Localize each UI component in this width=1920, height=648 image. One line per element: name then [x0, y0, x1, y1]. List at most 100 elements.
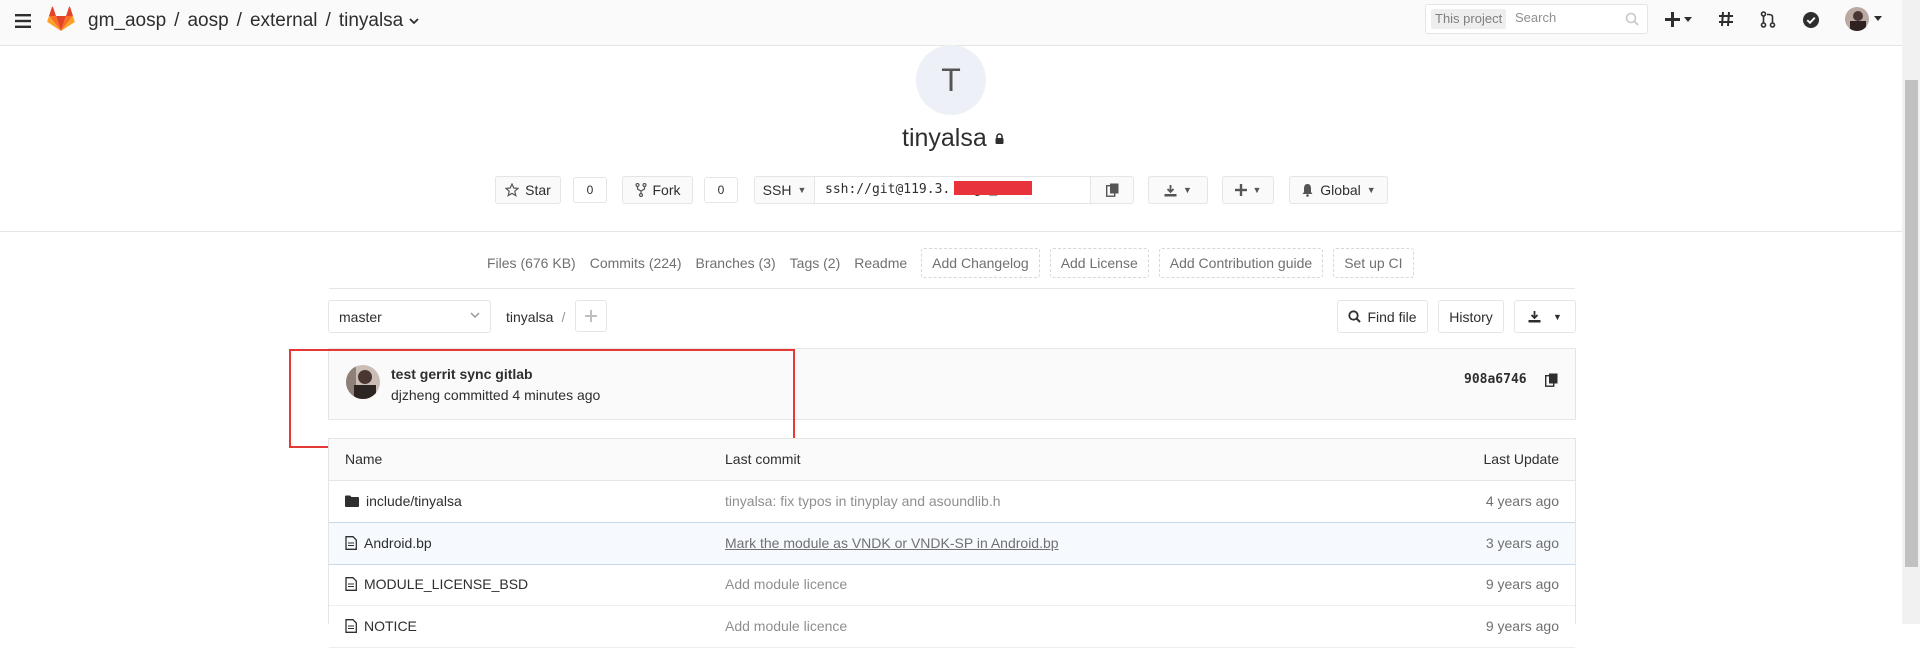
caret-down-icon: ▼ [797, 185, 807, 195]
files-link[interactable]: Files (676 KB) [487, 255, 576, 271]
file-name[interactable]: include/tinyalsa [366, 493, 462, 509]
lock-icon [995, 133, 1004, 144]
clipboard-icon [1105, 183, 1119, 197]
caret-down-icon: ▼ [1252, 185, 1262, 195]
fork-count[interactable]: 0 [704, 177, 738, 203]
hamburger-menu-icon[interactable] [15, 14, 31, 28]
search-input[interactable]: This project Search [1425, 4, 1648, 34]
search-placeholder: Search [1515, 10, 1557, 25]
section-divider [0, 231, 1902, 232]
last-commit-message[interactable]: Mark the module as VNDK or VNDK-SP in An… [725, 535, 1059, 551]
scrollbar-thumb[interactable] [1905, 80, 1918, 567]
file-icon [345, 619, 357, 633]
column-header-last-commit: Last commit [725, 451, 801, 467]
caret-down-icon: ▼ [1183, 185, 1192, 195]
breadcrumb-subgroup-2[interactable]: external [250, 10, 318, 32]
find-file-button[interactable]: Find file [1337, 300, 1428, 333]
file-name[interactable]: MODULE_LICENSE_BSD [364, 576, 528, 592]
table-row[interactable]: MODULE_LICENSE_BSD Add module licence 9 … [329, 564, 1575, 606]
plus-icon [1234, 184, 1247, 196]
copy-url-button[interactable] [1090, 176, 1134, 204]
star-button[interactable]: Star [495, 176, 561, 204]
last-commit-message[interactable]: Add module licence [725, 618, 847, 634]
copy-sha-clipboard-icon[interactable] [1545, 373, 1558, 387]
breadcrumb-separator: / [174, 10, 180, 31]
table-row[interactable]: include/tinyalsa tinyalsa: fix typos in … [329, 481, 1575, 523]
folder-icon [345, 495, 359, 507]
add-dropdown[interactable]: ▼ [1222, 176, 1274, 204]
annotation-highlight-box [289, 349, 795, 448]
last-update-time: 3 years ago [1485, 535, 1559, 551]
breadcrumb: gm_aosp / aosp / external / tinyalsa [88, 10, 419, 32]
history-button[interactable]: History [1438, 300, 1504, 333]
column-header-name: Name [345, 451, 383, 467]
add-changelog-link[interactable]: Add Changelog [921, 248, 1040, 278]
file-icon [345, 577, 357, 591]
last-update-time: 4 years ago [1485, 493, 1559, 509]
redaction-bar [954, 181, 1032, 195]
branches-link[interactable]: Branches (3) [696, 255, 776, 271]
project-avatar: T [916, 45, 986, 115]
star-icon [505, 183, 520, 197]
file-table-header: Name Last commit Last Update [329, 439, 1575, 481]
star-label: Star [525, 182, 551, 198]
table-row[interactable]: Android.bp Mark the module as VNDK or VN… [329, 522, 1575, 565]
file-name[interactable]: Android.bp [364, 535, 432, 551]
search-icon [1625, 12, 1639, 26]
file-name[interactable]: NOTICE [364, 618, 417, 634]
caret-down-icon: ▼ [1366, 185, 1376, 195]
new-dropdown-plus-icon[interactable] [1665, 12, 1692, 27]
file-icon [345, 536, 357, 550]
search-scope-badge: This project [1431, 9, 1507, 29]
protocol-dropdown[interactable]: SSH ▼ [754, 176, 815, 204]
readme-link[interactable]: Readme [854, 255, 907, 271]
chevron-down-icon[interactable] [409, 17, 419, 25]
download-dropdown[interactable]: ▼ [1148, 176, 1208, 204]
file-name-cell[interactable]: MODULE_LICENSE_BSD [345, 576, 528, 592]
commits-link[interactable]: Commits (224) [590, 255, 682, 271]
tags-link[interactable]: Tags (2) [790, 255, 841, 271]
project-title: tinyalsa [902, 124, 1004, 153]
caret-down-icon: ▼ [1553, 311, 1562, 322]
add-contribution-guide-link[interactable]: Add Contribution guide [1158, 248, 1324, 278]
file-name-cell[interactable]: Android.bp [345, 535, 432, 551]
breadcrumb-subgroup[interactable]: aosp [187, 10, 228, 32]
project-name: tinyalsa [902, 124, 987, 152]
table-row[interactable]: NOTICE Add module licence 9 years ago [329, 606, 1575, 648]
tree-path-root[interactable]: tinyalsa [506, 309, 553, 325]
todos-check-icon[interactable] [1803, 12, 1819, 28]
setup-ci-link[interactable]: Set up CI [1333, 248, 1414, 278]
breadcrumb-group[interactable]: gm_aosp [88, 10, 166, 32]
file-name-cell[interactable]: NOTICE [345, 618, 417, 634]
notification-dropdown[interactable]: Global ▼ [1289, 176, 1388, 204]
breadcrumb-separator: / [325, 10, 331, 31]
last-update-time: 9 years ago [1485, 618, 1559, 634]
column-header-last-update: Last Update [1483, 451, 1560, 467]
tree-path: tinyalsa / [506, 309, 565, 325]
nav-divider [329, 288, 1575, 289]
download-icon [1528, 310, 1541, 323]
path-separator: / [561, 309, 566, 325]
commit-sha[interactable]: 908a6746 [1464, 372, 1527, 387]
fork-icon [634, 183, 647, 197]
add-to-tree-button[interactable] [575, 300, 607, 332]
gitlab-logo-icon[interactable] [47, 6, 75, 32]
add-license-link[interactable]: Add License [1049, 248, 1149, 278]
last-commit-message[interactable]: tinyalsa: fix typos in tinyplay and asou… [725, 493, 1001, 509]
star-count[interactable]: 0 [573, 177, 607, 203]
clone-url-input[interactable]: ssh://git@119.3. 2/gm_a [814, 176, 1091, 204]
branch-selector[interactable]: master [328, 300, 491, 333]
branch-name: master [339, 309, 382, 325]
file-name-cell[interactable]: include/tinyalsa [345, 493, 462, 509]
tree-download-dropdown[interactable]: ▼ [1514, 300, 1576, 333]
user-avatar[interactable] [1845, 7, 1882, 31]
last-commit-message[interactable]: Add module licence [725, 576, 847, 592]
fork-label: Fork [652, 182, 681, 198]
fork-button[interactable]: Fork [622, 176, 693, 204]
last-update-time: 9 years ago [1485, 576, 1559, 592]
merge-requests-icon[interactable] [1760, 11, 1776, 28]
chevron-down-icon [470, 312, 480, 319]
protocol-label: SSH [762, 182, 792, 198]
issues-hash-icon[interactable] [1718, 11, 1734, 27]
breadcrumb-project[interactable]: tinyalsa [339, 10, 403, 32]
